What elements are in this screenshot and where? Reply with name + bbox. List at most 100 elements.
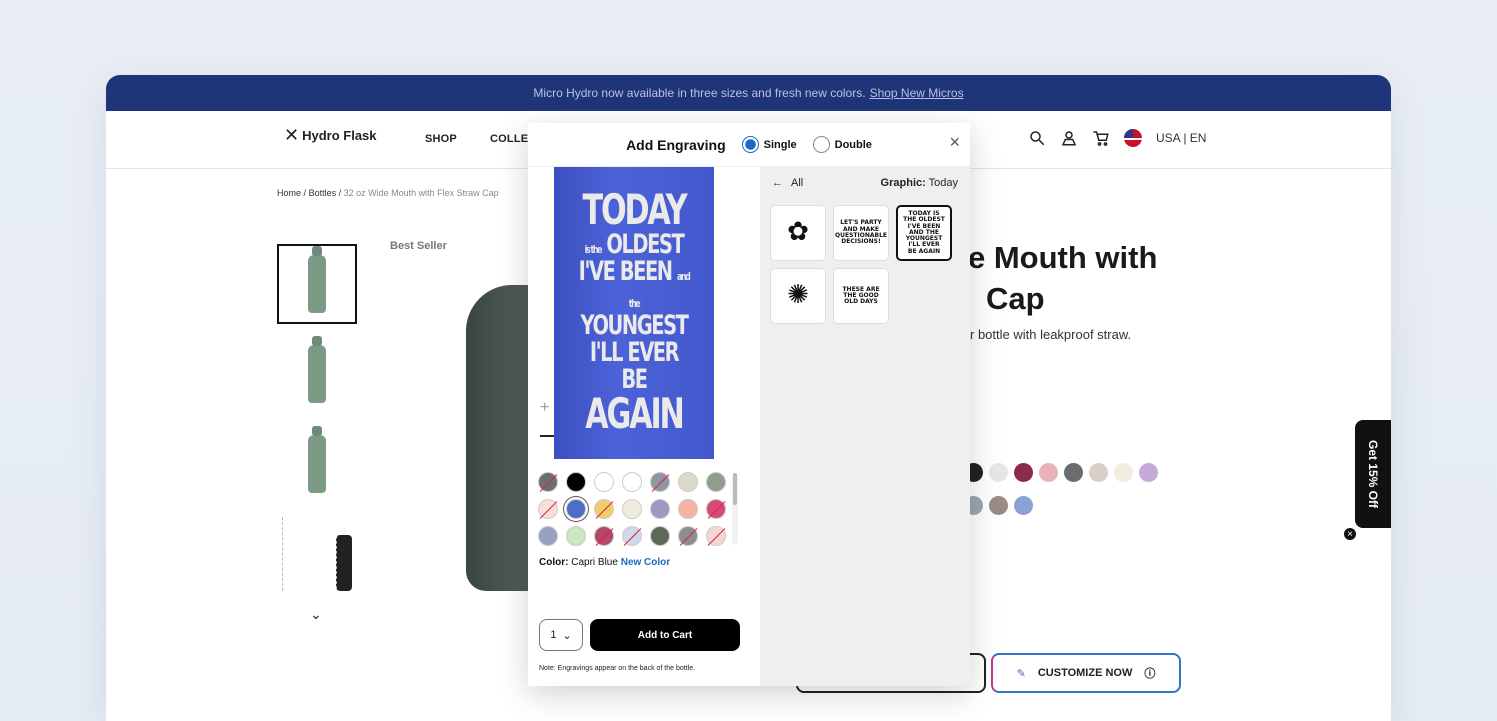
quantity-select[interactable]: 1 ⌄ xyxy=(539,619,583,651)
breadcrumb: Home / Bottles / 32 oz Wide Mouth with F… xyxy=(277,188,499,198)
chevron-down-icon[interactable]: ⌄ xyxy=(310,606,322,623)
back-label: All xyxy=(791,177,804,189)
thumbnail-list xyxy=(277,244,357,604)
preview-line: is the OLDEST xyxy=(584,229,685,260)
product-color-swatch[interactable] xyxy=(1039,463,1058,482)
color-swatch[interactable] xyxy=(622,499,642,519)
product-title-line2: Cap xyxy=(986,281,1045,316)
chevron-down-icon: ⌄ xyxy=(562,629,572,642)
graphic-rose-art: ✿ xyxy=(787,217,809,248)
engraving-preview-pane: TODAY is the OLDEST I'VE BEEN and the YO… xyxy=(528,167,760,686)
color-swatch[interactable] xyxy=(650,499,670,519)
product-title-line1: e Mouth with xyxy=(968,240,1158,275)
preview-line: YOUNGEST xyxy=(580,310,689,341)
color-swatch[interactable] xyxy=(650,472,670,492)
color-swatch[interactable] xyxy=(594,526,614,546)
color-swatch[interactable] xyxy=(706,526,726,546)
option-double[interactable]: Double xyxy=(812,136,872,153)
thumbnail-1[interactable] xyxy=(277,244,357,324)
radio-double[interactable] xyxy=(812,136,830,153)
spec-image xyxy=(282,517,352,591)
option-single-label: Single xyxy=(763,138,797,151)
option-single[interactable]: Single xyxy=(741,136,797,153)
info-icon[interactable]: ⓘ xyxy=(1144,665,1155,681)
nav-shop[interactable]: SHOP xyxy=(425,133,457,145)
radio-single[interactable] xyxy=(741,136,759,153)
engraving-note: Note: Engravings appear on the back of t… xyxy=(539,665,696,672)
color-swatch[interactable] xyxy=(594,499,614,519)
color-swatch[interactable] xyxy=(650,526,670,546)
graphic-picker-pane: ← All Graphic: Today ✿ LET'S PARTY AND MA… xyxy=(760,167,970,686)
product-title: e Mouth with Cap xyxy=(968,237,1157,319)
graphic-rose[interactable]: ✿ xyxy=(770,205,826,261)
product-color-swatch[interactable] xyxy=(1014,496,1033,515)
zoom-in-icon[interactable]: + xyxy=(540,399,549,417)
bottle-image xyxy=(308,336,326,403)
color-swatch[interactable] xyxy=(706,499,726,519)
color-swatch[interactable] xyxy=(538,472,558,492)
graphic-good-old-days[interactable]: THESE ARE THE GOOD OLD DAYS xyxy=(833,268,889,324)
graphic-sun-trip-art: ✺ xyxy=(787,280,809,311)
us-flag-icon[interactable] xyxy=(1124,129,1142,147)
engraving-preview: TODAY is the OLDEST I'VE BEEN and the YO… xyxy=(554,167,714,459)
discount-tab[interactable]: Get 15% Off xyxy=(1355,420,1391,528)
color-swatch-grid xyxy=(538,472,734,546)
product-color-swatch[interactable] xyxy=(989,496,1008,515)
product-color-swatches xyxy=(964,463,1184,529)
zoom-out-icon[interactable] xyxy=(540,435,554,437)
graphic-today[interactable]: TODAY IS THE OLDEST I'VE BEEN AND THE YO… xyxy=(896,205,952,261)
edit-icon: ✎ xyxy=(1016,667,1026,680)
color-swatch[interactable] xyxy=(566,472,586,492)
product-color-swatch[interactable] xyxy=(1064,463,1083,482)
color-swatch[interactable] xyxy=(566,499,586,519)
preview-line: I'LL EVER BE xyxy=(589,337,680,395)
add-to-cart-button[interactable]: Add to Cart xyxy=(590,619,740,651)
breadcrumb-separator: / xyxy=(338,188,342,198)
product-color-swatch[interactable] xyxy=(1014,463,1033,482)
product-color-swatch[interactable] xyxy=(1139,463,1158,482)
swatch-scroll-thumb[interactable] xyxy=(733,473,737,505)
thumbnail-2[interactable] xyxy=(277,334,357,414)
color-swatch[interactable] xyxy=(678,499,698,519)
product-color-swatch[interactable] xyxy=(989,463,1008,482)
close-icon[interactable]: × xyxy=(1343,527,1357,541)
modal-title: Add Engraving xyxy=(626,136,726,153)
graphic-sun-trip[interactable]: ✺ xyxy=(770,268,826,324)
preview-line: AGAIN xyxy=(585,389,685,438)
color-swatch[interactable] xyxy=(706,472,726,492)
graphic-lets-party-art: LET'S PARTY AND MAKE QUESTIONABLE DECISI… xyxy=(835,219,887,246)
graphic-today-art: TODAY IS THE OLDEST I'VE BEEN AND THE YO… xyxy=(903,209,945,255)
product-color-swatch[interactable] xyxy=(1089,463,1108,482)
graphic-label: Graphic: xyxy=(880,177,926,189)
search-icon[interactable] xyxy=(1028,129,1046,147)
cart-icon[interactable] xyxy=(1092,129,1110,147)
quantity-value: 1 xyxy=(550,629,557,641)
color-swatch[interactable] xyxy=(678,472,698,492)
color-swatch[interactable] xyxy=(678,526,698,546)
account-icon[interactable] xyxy=(1060,129,1078,147)
color-swatch[interactable] xyxy=(622,472,642,492)
thumbnail-4[interactable] xyxy=(277,514,357,594)
bottle-image xyxy=(308,426,326,493)
customize-label: CUSTOMIZE NOW xyxy=(1037,667,1133,679)
color-swatch[interactable] xyxy=(594,472,614,492)
product-color-swatch[interactable] xyxy=(1114,463,1133,482)
customize-button[interactable]: ✎ CUSTOMIZE NOW ⓘ xyxy=(991,653,1181,693)
color-swatch[interactable] xyxy=(538,499,558,519)
back-to-all[interactable]: ← All xyxy=(772,177,803,189)
graphic-grid: ✿ LET'S PARTY AND MAKE QUESTIONABLE DECIS… xyxy=(770,205,960,324)
thumbnail-3[interactable] xyxy=(277,424,357,504)
color-swatch[interactable] xyxy=(622,526,642,546)
breadcrumb-bottles[interactable]: Bottles xyxy=(309,188,337,198)
promo-link[interactable]: Shop New Micros xyxy=(870,86,964,100)
graphic-lets-party[interactable]: LET'S PARTY AND MAKE QUESTIONABLE DECISI… xyxy=(833,205,889,261)
bottle-image xyxy=(308,246,326,313)
locale-selector[interactable]: USA | EN xyxy=(1156,131,1206,145)
logo[interactable]: ✕ Hydro Flask xyxy=(284,126,377,144)
close-icon[interactable]: × xyxy=(949,133,960,151)
preview-line: TODAY xyxy=(582,185,687,234)
color-swatch[interactable] xyxy=(566,526,586,546)
color-swatch[interactable] xyxy=(538,526,558,546)
breadcrumb-home[interactable]: Home xyxy=(277,188,301,198)
graphic-good-old-days-art: THESE ARE THE GOOD OLD DAYS xyxy=(842,285,880,306)
